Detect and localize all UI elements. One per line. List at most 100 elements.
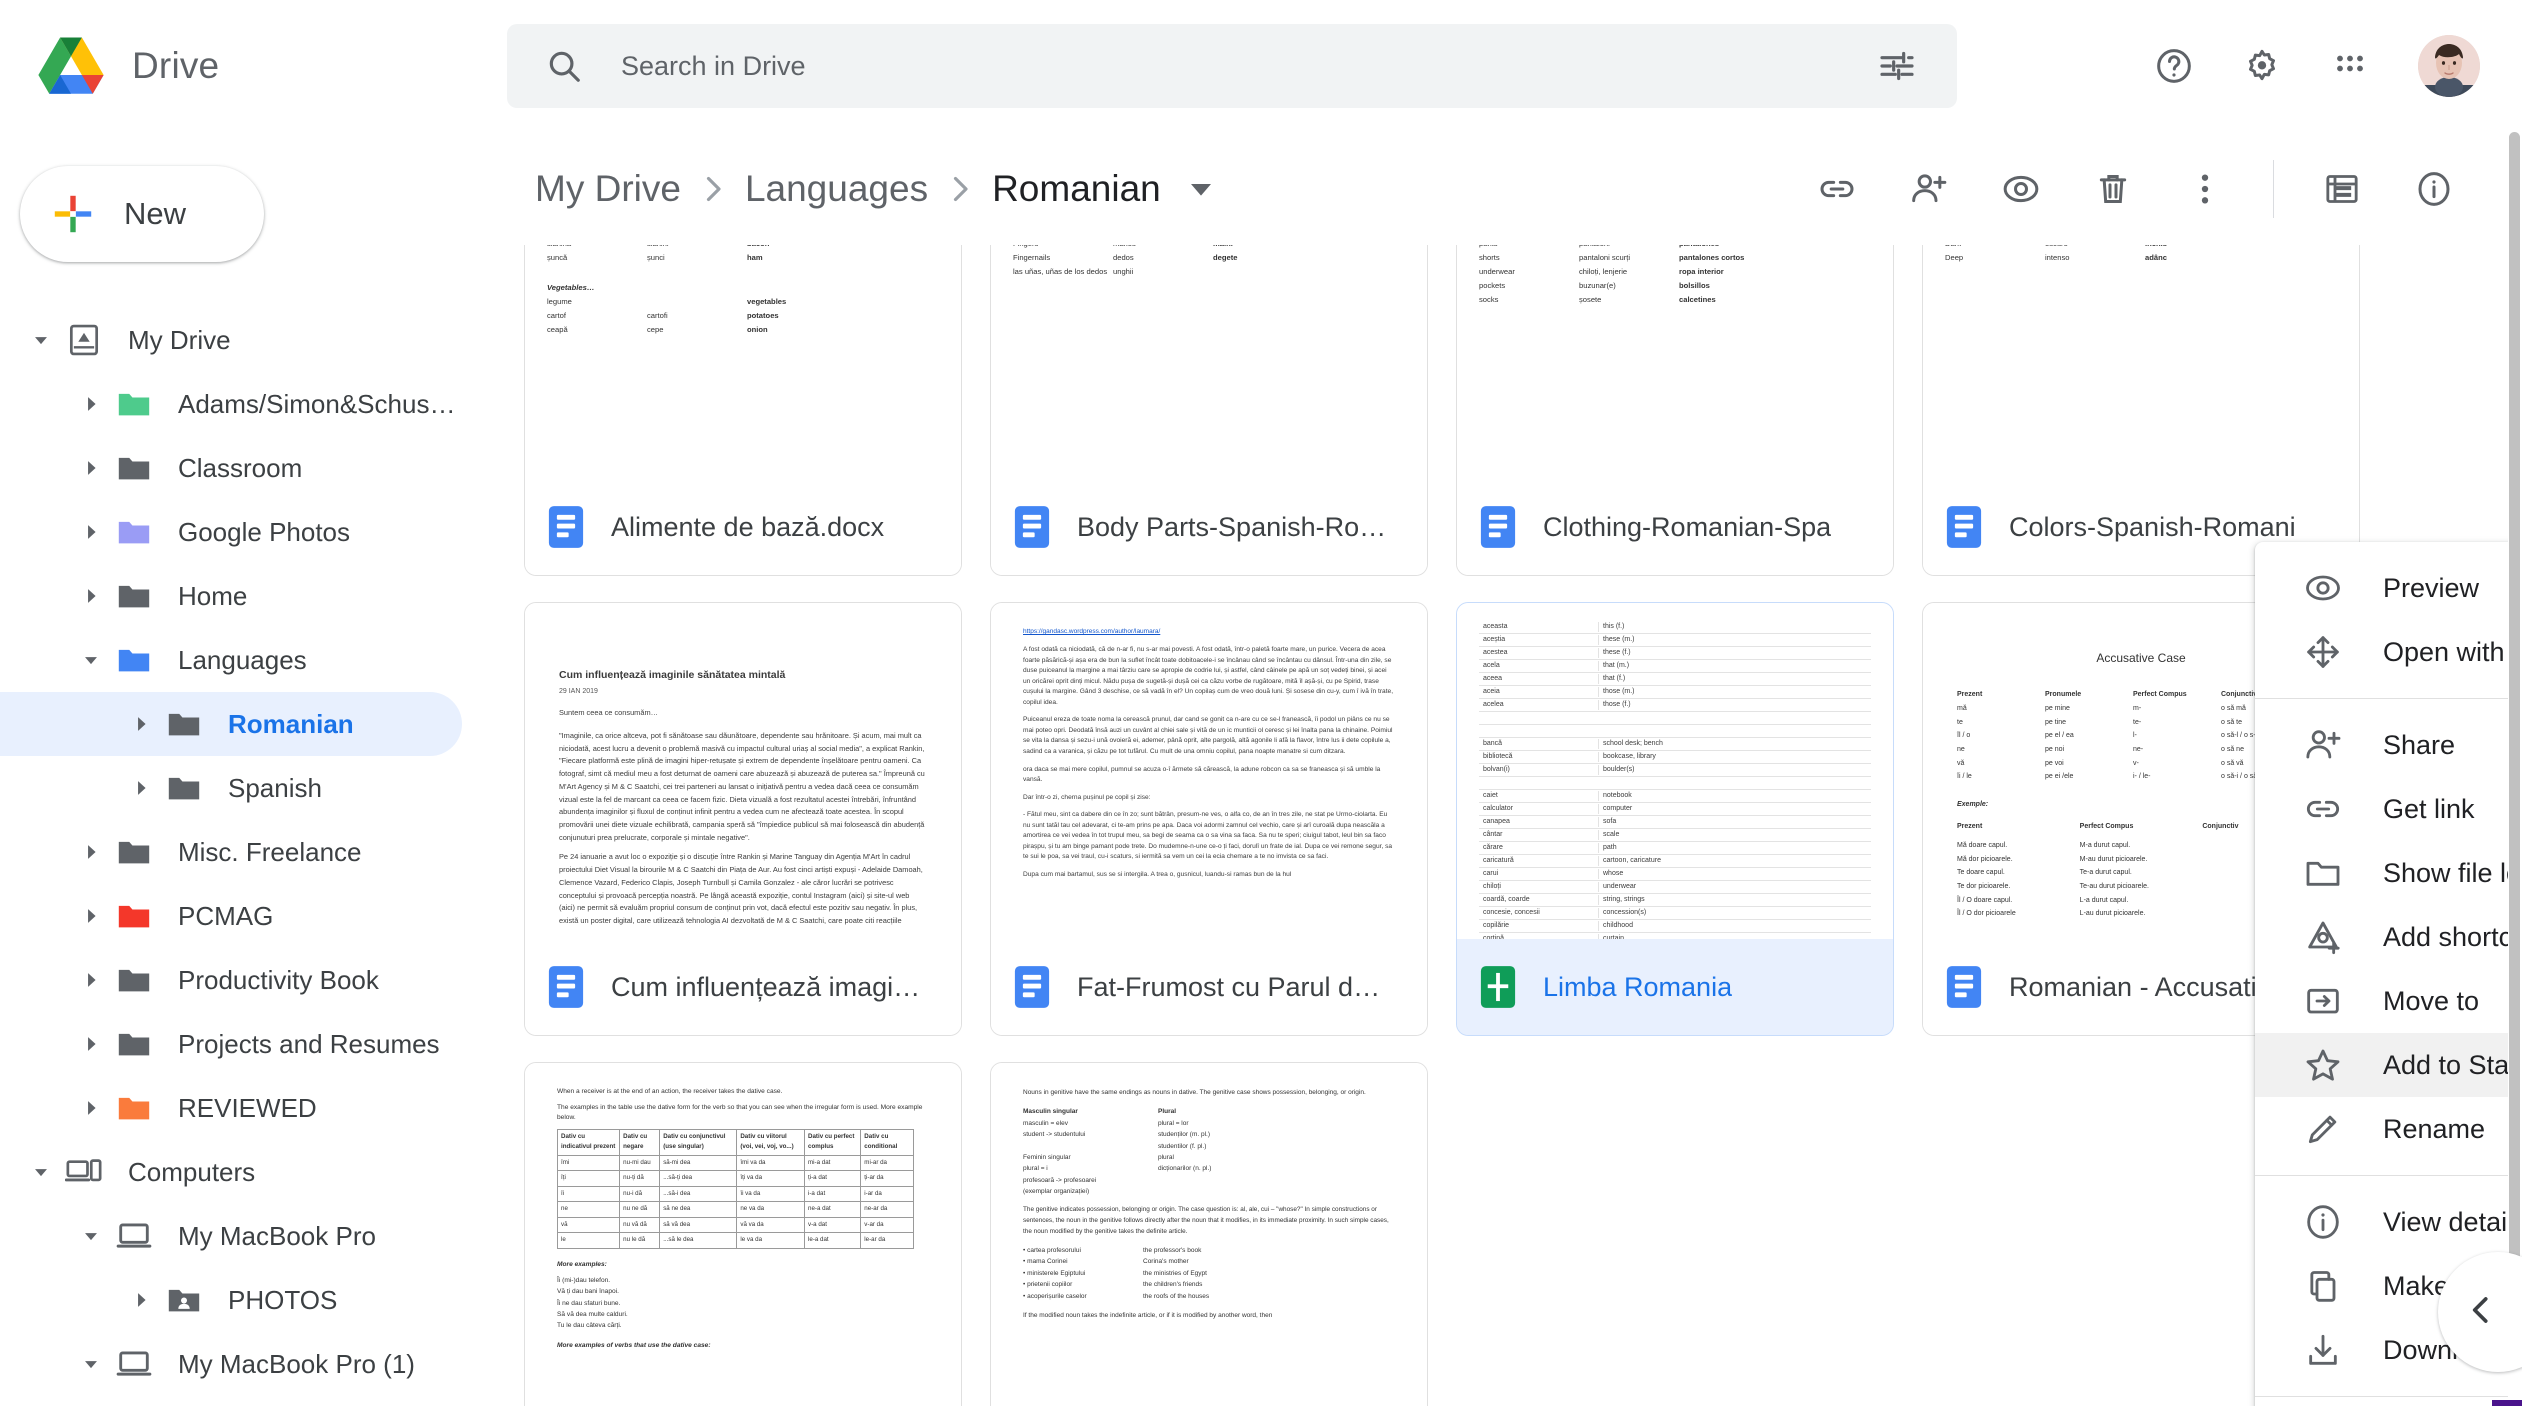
file-card[interactable]: ThroatgargantagâtShouldersespaldaumeriAr… xyxy=(990,245,1428,576)
file-card[interactable]: aceasta this (f.) aceștia these (m.) acestea… xyxy=(1456,602,1894,1036)
caret-right-icon[interactable] xyxy=(120,767,162,809)
get-link-button[interactable] xyxy=(1799,151,1875,227)
search-options-button[interactable] xyxy=(1845,24,1949,108)
menu-item-show-file-location[interactable]: Show file location xyxy=(2255,841,2522,905)
breadcrumb-item-romanian[interactable]: Romanian xyxy=(982,162,1171,216)
file-thumbnail: puipuichickenporcporcipig/porkoaieoishee… xyxy=(525,245,961,479)
search-input[interactable] xyxy=(621,50,1845,82)
menu-item-add-to-starred[interactable]: Add to Starred xyxy=(2255,1033,2522,1097)
google-docs-icon xyxy=(547,964,585,1010)
folder-icon xyxy=(162,702,206,746)
help-button[interactable] xyxy=(2136,28,2212,104)
sidebar-item-label: REVIEWED xyxy=(178,1092,317,1123)
sidebar-item-my-macbook-pro[interactable]: My MacBook Pro xyxy=(0,1204,462,1268)
shared-folder-icon xyxy=(162,1278,206,1322)
folder-icon xyxy=(162,766,206,810)
sidebar-item-label: PHOTOS xyxy=(228,1284,338,1315)
apps-grid-icon[interactable] xyxy=(2312,28,2388,104)
preview-button[interactable] xyxy=(1983,151,2059,227)
caret-right-icon[interactable] xyxy=(70,831,112,873)
file-thumbnail: ThroatgargantagâtShouldersespaldaumeriAr… xyxy=(991,245,1427,479)
caret-down-icon[interactable] xyxy=(20,319,62,361)
caret-down-icon[interactable] xyxy=(70,1215,112,1257)
menu-item-add-shortcut-to-drive[interactable]: Add shortcut to Drive xyxy=(2255,905,2522,969)
sidebar-item-computers[interactable]: Computers xyxy=(0,1140,462,1204)
remove-button[interactable] xyxy=(2075,151,2151,227)
google-docs-icon xyxy=(547,504,585,550)
gear-icon[interactable] xyxy=(2224,28,2300,104)
folder-icon xyxy=(112,958,156,1002)
caret-right-icon[interactable] xyxy=(70,1023,112,1065)
file-card-footer: Fat-Frumost cu Parul d… xyxy=(991,939,1427,1035)
file-name: Fat-Frumost cu Parul d… xyxy=(1077,971,1381,1002)
caret-right-icon[interactable] xyxy=(120,703,162,745)
file-card-footer: Cum influențează imagi… xyxy=(525,939,961,1035)
app-title: Drive xyxy=(132,45,220,86)
caret-right-icon[interactable] xyxy=(120,1279,162,1321)
file-card[interactable]: When a receiver is at the end of an acti… xyxy=(524,1062,962,1406)
details-button[interactable] xyxy=(2396,151,2472,227)
caret-right-icon[interactable] xyxy=(70,895,112,937)
file-card[interactable]: Nouns in genitive have the same endings … xyxy=(990,1062,1428,1406)
file-card[interactable]: puipuichickenporcporcipig/porkoaieoishee… xyxy=(524,245,962,576)
new-button[interactable]: New xyxy=(20,166,264,262)
caret-right-icon[interactable] xyxy=(70,575,112,617)
sidebar-item-label: Home xyxy=(178,580,248,611)
vertical-scrollbar[interactable] xyxy=(2508,132,2522,1406)
sidebar-item-romanian[interactable]: Romanian xyxy=(0,692,462,756)
list-view-button[interactable] xyxy=(2304,151,2380,227)
thumbnail-content: When a receiver is at the end of an acti… xyxy=(556,1088,923,1350)
scrollbar-thumb[interactable] xyxy=(2509,132,2520,1292)
menu-item-label: Open with xyxy=(2383,636,2505,667)
caret-right-icon[interactable] xyxy=(70,447,112,489)
file-card[interactable]: https://gandasc.wordpress.com/author/lau… xyxy=(990,602,1428,1036)
menu-item-get-link[interactable]: Get link xyxy=(2255,777,2522,841)
search-bar[interactable] xyxy=(507,24,1957,108)
share-button[interactable] xyxy=(1891,151,1967,227)
breadcrumb-item-languages[interactable]: Languages xyxy=(735,162,938,216)
more-actions-button[interactable] xyxy=(2167,151,2243,227)
sidebar-item-misc-freelance[interactable]: Misc. Freelance xyxy=(0,820,462,884)
menu-item-open-with[interactable]: Open with xyxy=(2255,620,2522,684)
sidebar-item-my-drive[interactable]: My Drive xyxy=(0,308,462,372)
menu-item-view-details[interactable]: View details xyxy=(2255,1190,2522,1254)
menu-item-rename[interactable]: Rename xyxy=(2255,1097,2522,1161)
folder-icon xyxy=(112,1086,156,1130)
avatar[interactable] xyxy=(2418,35,2480,97)
sidebar-item-languages[interactable]: Languages xyxy=(0,628,462,692)
chevron-down-icon[interactable] xyxy=(1181,169,1221,209)
caret-right-icon[interactable] xyxy=(70,383,112,425)
sidebar-item-label: Productivity Book xyxy=(178,964,379,995)
star-outline-icon xyxy=(2301,1043,2345,1087)
menu-item-share[interactable]: Share xyxy=(2255,713,2522,777)
pencil-icon xyxy=(2301,1107,2345,1151)
caret-down-icon[interactable] xyxy=(20,1151,62,1193)
sidebar-item-projects-and-resumes[interactable]: Projects and Resumes xyxy=(0,1012,462,1076)
breadcrumb-item-my-drive[interactable]: My Drive xyxy=(525,162,691,216)
sidebar-item-classroom[interactable]: Classroom xyxy=(0,436,462,500)
sidebar-item-photos[interactable]: PHOTOS xyxy=(0,1268,462,1332)
file-grid-scroll[interactable]: puipuichickenporcporcipig/porkoaieoishee… xyxy=(500,245,2522,1406)
caret-right-icon[interactable] xyxy=(70,959,112,1001)
menu-item-preview[interactable]: Preview xyxy=(2255,556,2522,620)
file-card[interactable]: Cum influențează imaginile sănătatea min… xyxy=(524,602,962,1036)
caret-down-icon[interactable] xyxy=(70,1343,112,1385)
sidebar-item-home[interactable]: Home xyxy=(0,564,462,628)
sidebar-item-my-macbook-pro-1[interactable]: My MacBook Pro (1) xyxy=(0,1332,462,1396)
sidebar-item-productivity-book[interactable]: Productivity Book xyxy=(0,948,462,1012)
file-card[interactable]: vestvestăchalecosweaterpuloversuéterhood… xyxy=(1456,245,1894,576)
sidebar-item-adams-simon-schus[interactable]: Adams/Simon&Schus… xyxy=(0,372,462,436)
caret-right-icon[interactable] xyxy=(70,1087,112,1129)
menu-item-label: Show file location xyxy=(2383,857,2522,888)
file-name: Colors-Spanish-Romani xyxy=(2009,511,2296,542)
caret-right-icon[interactable] xyxy=(70,511,112,553)
file-card[interactable]: OrangenaranjaportocaliuPinkrosa / rosado… xyxy=(1922,245,2360,576)
sidebar-item-reviewed[interactable]: REVIEWED xyxy=(0,1076,462,1140)
menu-item-label: Preview xyxy=(2383,572,2480,603)
download-icon xyxy=(2301,1328,2345,1372)
menu-item-move-to[interactable]: Move to xyxy=(2255,969,2522,1033)
sidebar-item-pcmag[interactable]: PCMAG xyxy=(0,884,462,948)
sidebar-item-google-photos[interactable]: Google Photos xyxy=(0,500,462,564)
sidebar-item-spanish[interactable]: Spanish xyxy=(0,756,462,820)
caret-down-icon[interactable] xyxy=(70,639,112,681)
